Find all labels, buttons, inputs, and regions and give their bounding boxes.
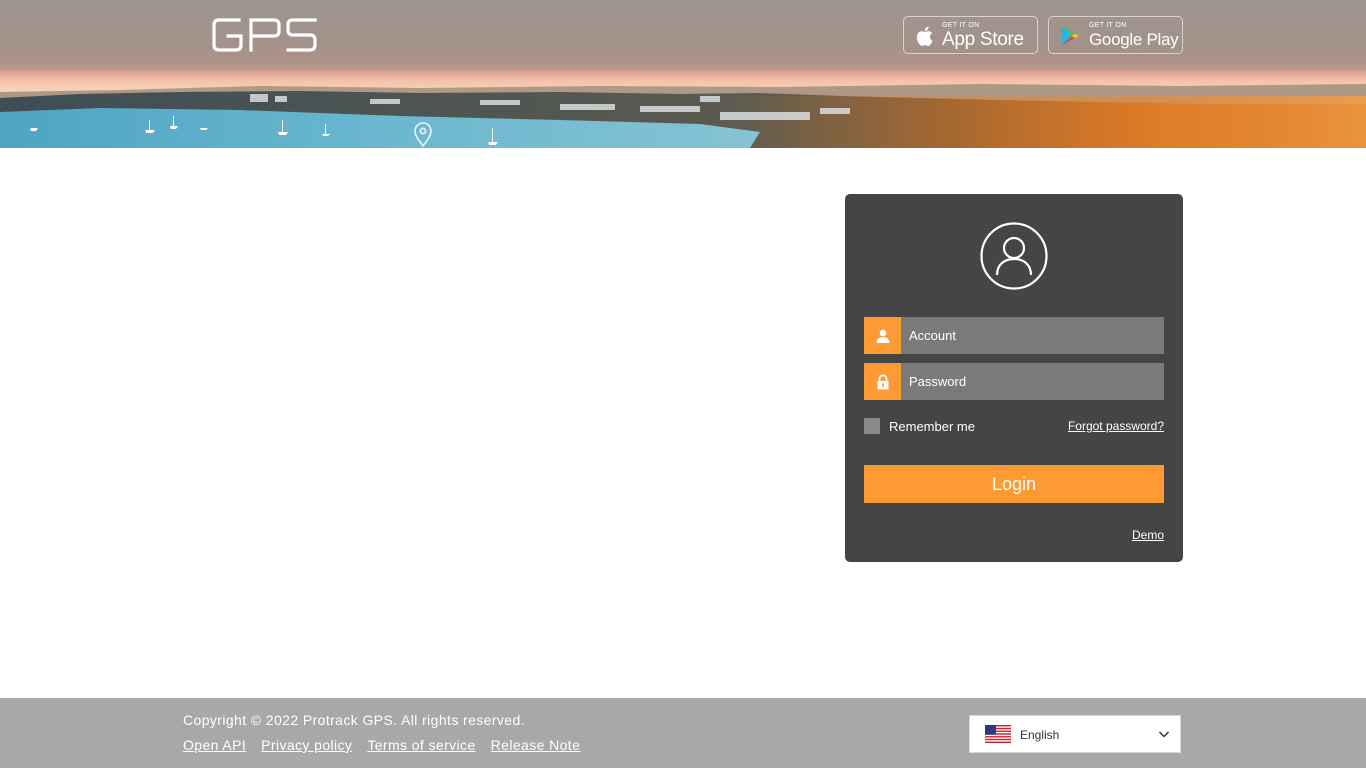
- google-play-icon: [1061, 26, 1079, 46]
- forgot-password-link[interactable]: Forgot password?: [1068, 419, 1164, 433]
- password-field: [864, 363, 1164, 400]
- header-banner: GET IT ON App Store GET IT ON Google Pla…: [0, 0, 1366, 148]
- language-select[interactable]: English: [969, 715, 1181, 753]
- apple-icon: [916, 26, 933, 46]
- google-play-button[interactable]: GET IT ON Google Play: [1048, 16, 1183, 54]
- release-note-link[interactable]: Release Note: [491, 737, 581, 753]
- footer: Copyright © 2022 Protrack GPS. All right…: [0, 698, 1366, 768]
- app-store-button[interactable]: GET IT ON App Store: [903, 16, 1038, 54]
- app-store-label: App Store: [942, 29, 1024, 50]
- language-label: English: [1020, 728, 1060, 742]
- privacy-policy-link[interactable]: Privacy policy: [261, 737, 352, 753]
- copyright-text: Copyright © 2022 Protrack GPS. All right…: [183, 712, 525, 728]
- google-play-label: Google Play: [1089, 30, 1179, 49]
- app-store-small-label: GET IT ON: [942, 22, 980, 29]
- user-icon: [864, 317, 901, 354]
- lock-icon: [864, 363, 901, 400]
- gps-logo: [212, 18, 317, 52]
- checkbox-box[interactable]: [864, 418, 880, 434]
- remember-me-checkbox[interactable]: Remember me: [864, 418, 975, 434]
- user-avatar-icon: [980, 222, 1048, 290]
- login-button[interactable]: Login: [864, 465, 1164, 503]
- terms-of-service-link[interactable]: Terms of service: [367, 737, 475, 753]
- password-input[interactable]: [901, 363, 1164, 400]
- login-card: Remember me Forgot password? Login Demo: [845, 194, 1183, 562]
- chevron-down-icon: [1158, 731, 1170, 738]
- account-field: [864, 317, 1164, 354]
- google-play-small-label: GET IT ON: [1089, 22, 1127, 29]
- remember-me-label: Remember me: [889, 418, 975, 434]
- account-input[interactable]: [901, 317, 1164, 354]
- footer-links: Open API Privacy policy Terms of service…: [183, 737, 580, 753]
- demo-link[interactable]: Demo: [1132, 528, 1164, 542]
- us-flag-icon: [985, 725, 1011, 743]
- open-api-link[interactable]: Open API: [183, 737, 246, 753]
